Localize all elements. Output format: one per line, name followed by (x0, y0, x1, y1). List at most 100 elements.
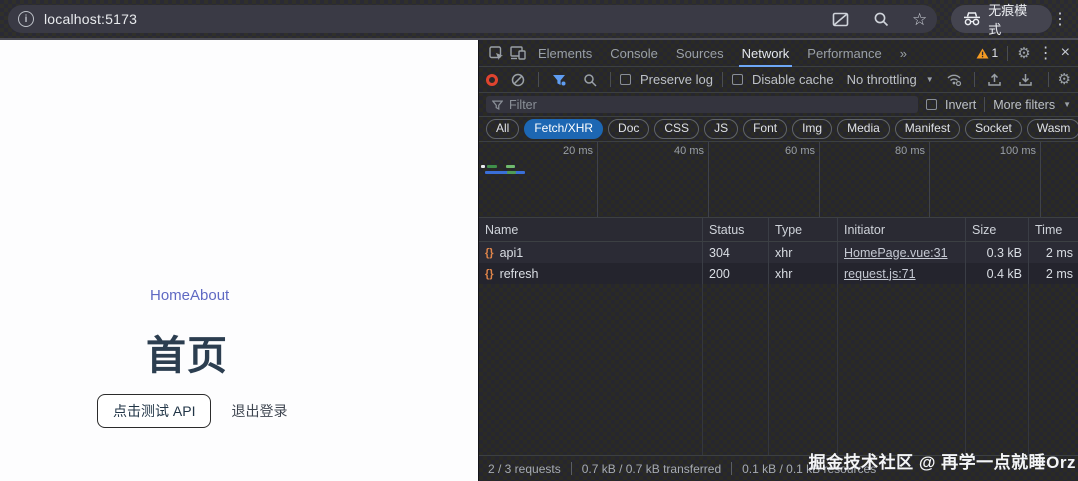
waterfall-bar (485, 171, 525, 174)
logout-button[interactable]: 退出登录 (223, 395, 295, 427)
chip-manifest[interactable]: Manifest (895, 119, 960, 140)
col-initiator[interactable]: Initiator (837, 218, 965, 241)
chevron-down-icon[interactable]: ▼ (926, 75, 934, 84)
record-network-log-icon[interactable] (486, 74, 498, 86)
table-empty-area (479, 284, 1078, 455)
devtools-close-icon[interactable]: × (1061, 44, 1070, 62)
devtools-panel: Elements Console Sources Network Perform… (478, 40, 1078, 481)
preserve-log-checkbox[interactable] (620, 74, 631, 85)
more-filters-label[interactable]: More filters (993, 98, 1055, 112)
search-network-icon[interactable] (579, 69, 601, 91)
page-nav: HomeAbout (150, 287, 229, 304)
issues-badge[interactable]: 1 (976, 46, 999, 60)
col-size[interactable]: Size (965, 218, 1028, 241)
filter-icon[interactable] (548, 69, 570, 91)
chip-css[interactable]: CSS (654, 119, 699, 140)
chevron-down-icon[interactable]: ▼ (1063, 100, 1071, 109)
initiator-link[interactable]: HomePage.vue:31 (844, 246, 948, 260)
chip-doc[interactable]: Doc (608, 119, 649, 140)
url-text[interactable]: localhost:5173 (44, 11, 137, 27)
chip-font[interactable]: Font (743, 119, 787, 140)
invert-checkbox[interactable] (926, 99, 937, 110)
test-api-button[interactable]: 点击测试 API (97, 394, 211, 428)
address-bar[interactable]: i localhost:5173 ☆ (8, 5, 937, 33)
invert-label[interactable]: Invert (945, 98, 976, 112)
tick-label: 60 ms (755, 145, 815, 157)
filter-input[interactable]: Filter (486, 96, 918, 113)
page-title: 首页 (146, 323, 228, 381)
chip-fetch-xhr[interactable]: Fetch/XHR (524, 119, 603, 140)
col-time[interactable]: Time (1028, 218, 1078, 241)
tab-elements[interactable]: Elements (529, 40, 601, 67)
search-icon[interactable] (872, 10, 890, 28)
import-har-icon[interactable] (984, 69, 1006, 91)
network-overview[interactable]: 20 ms 40 ms 60 ms 80 ms 100 ms (479, 142, 1078, 218)
disable-cache-checkbox[interactable] (732, 74, 743, 85)
cast-icon[interactable] (832, 10, 850, 28)
divider (984, 97, 985, 112)
col-name[interactable]: Name (479, 218, 702, 241)
tick-label: 80 ms (865, 145, 925, 157)
incognito-label: 无痕模式 (988, 0, 1040, 38)
chip-wasm[interactable]: Wasm (1027, 119, 1078, 140)
more-tabs-icon[interactable]: » (891, 40, 916, 67)
request-type: xhr (768, 242, 837, 263)
filter-placeholder: Filter (509, 98, 537, 112)
network-conditions-icon[interactable] (943, 69, 965, 91)
col-type[interactable]: Type (768, 218, 837, 241)
waterfall-bar (481, 165, 485, 168)
request-row-api1[interactable]: {}api1 304 xhr HomePage.vue:31 0.3 kB 2 … (479, 242, 1078, 263)
export-har-icon[interactable] (1015, 69, 1037, 91)
tab-performance[interactable]: Performance (798, 40, 890, 67)
browser-window: i localhost:5173 ☆ 无痕模式 ⋮ HomeAbou (0, 0, 1078, 481)
disable-cache-label[interactable]: Disable cache (752, 72, 834, 87)
chip-img[interactable]: Img (792, 119, 832, 140)
initiator-link[interactable]: request.js:71 (844, 267, 916, 281)
request-type: xhr (768, 263, 837, 284)
divider (610, 72, 611, 87)
divider (1007, 46, 1008, 61)
request-row-refresh[interactable]: {}refresh 200 xhr request.js:71 0.4 kB 2… (479, 263, 1078, 284)
site-info-icon[interactable]: i (18, 11, 34, 27)
nav-link-about[interactable]: About (190, 287, 229, 304)
network-settings-icon[interactable]: ⚙ (1058, 72, 1071, 87)
devtools-tabbar: Elements Console Sources Network Perform… (479, 40, 1078, 67)
request-time: 2 ms (1028, 242, 1078, 263)
browser-menu-icon[interactable]: ⋮ (1052, 9, 1068, 29)
gridline (708, 142, 709, 217)
request-name: refresh (500, 267, 539, 281)
incognito-icon (963, 12, 981, 26)
devtools-settings-icon[interactable]: ⚙ (1017, 46, 1030, 61)
chip-socket[interactable]: Socket (965, 119, 1022, 140)
preserve-log-label[interactable]: Preserve log (640, 72, 713, 87)
gridline (597, 142, 598, 217)
col-status[interactable]: Status (702, 218, 768, 241)
tick-label: 40 ms (644, 145, 704, 157)
waterfall-bar (506, 165, 515, 168)
nav-link-home[interactable]: Home (150, 287, 190, 304)
chip-media[interactable]: Media (837, 119, 890, 140)
devtools-menu-icon[interactable]: ⋮ (1040, 42, 1052, 64)
table-header: Name Status Type Initiator Size Time (479, 218, 1078, 242)
browser-toolbar: i localhost:5173 ☆ 无痕模式 ⋮ (0, 0, 1078, 40)
chip-all[interactable]: All (486, 119, 519, 140)
request-status: 200 (702, 263, 768, 284)
request-status: 304 (702, 242, 768, 263)
web-page: HomeAbout 首页 点击测试 API 退出登录 (0, 40, 478, 481)
clear-network-log-icon[interactable] (507, 69, 529, 91)
waterfall-bar (507, 171, 516, 174)
tab-console[interactable]: Console (601, 40, 667, 67)
requests-table: Name Status Type Initiator Size Time {}a… (479, 218, 1078, 455)
transferred-size: 0.7 kB / 0.7 kB transferred (582, 462, 721, 476)
request-time: 2 ms (1028, 263, 1078, 284)
device-toolbar-icon[interactable] (507, 42, 529, 64)
bookmark-star-icon[interactable]: ☆ (912, 11, 927, 28)
tab-sources[interactable]: Sources (667, 40, 733, 67)
divider (571, 462, 572, 475)
divider (538, 72, 539, 87)
request-type-chips: All Fetch/XHR Doc CSS JS Font Img Media … (479, 117, 1078, 142)
throttling-select[interactable]: No throttling (847, 72, 917, 87)
tab-network[interactable]: Network (733, 40, 799, 67)
chip-js[interactable]: JS (704, 119, 738, 140)
inspect-element-icon[interactable] (485, 42, 507, 64)
